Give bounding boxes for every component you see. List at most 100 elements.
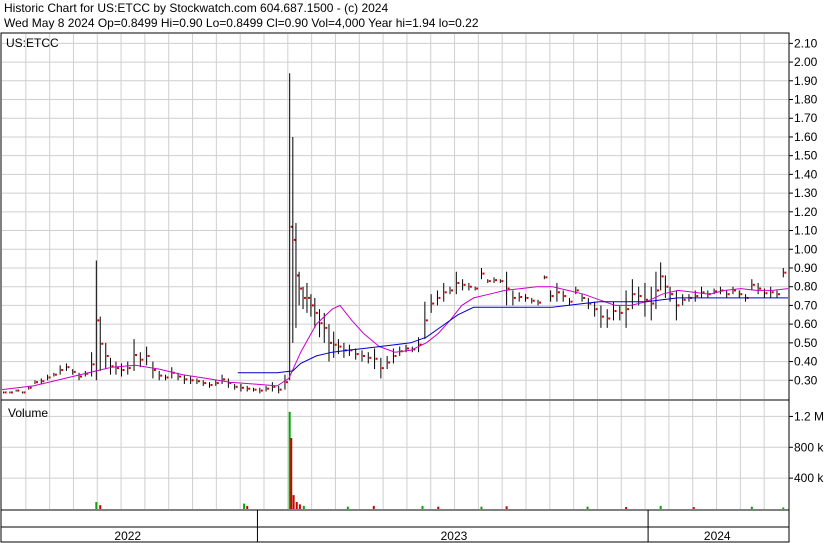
volume-bar — [243, 503, 246, 509]
price-tick-label: 1.20 — [794, 205, 818, 219]
price-close-dot — [771, 291, 774, 294]
price-tick-label: 1.70 — [794, 111, 818, 125]
price-close-dot — [73, 370, 76, 373]
price-close-dot — [315, 311, 318, 314]
volume-bar — [692, 507, 695, 509]
price-close-dot — [727, 293, 730, 296]
price-close-dot — [122, 368, 125, 371]
price-close-dot — [320, 322, 323, 325]
year-label: 2022 — [114, 529, 141, 543]
price-close-dot — [661, 275, 664, 278]
price-tick-label: 0.90 — [794, 261, 818, 275]
price-close-dot — [759, 287, 762, 290]
price-close-dot — [101, 342, 104, 345]
price-close-dot — [495, 279, 498, 282]
price-close-dot — [223, 378, 226, 381]
price-close-dot — [656, 289, 659, 292]
price-close-dot — [614, 310, 617, 313]
price-close-dot — [210, 383, 213, 386]
volume-bar — [437, 506, 440, 509]
price-close-dot — [488, 280, 491, 283]
price-tick-label: 0.40 — [794, 355, 818, 369]
price-close-dot — [438, 296, 441, 299]
price-close-dot — [765, 292, 768, 295]
price-tick-label: 1.60 — [794, 130, 818, 144]
price-close-dot — [451, 289, 454, 292]
price-close-dot — [185, 378, 188, 381]
price-close-dot — [696, 295, 699, 298]
price-close-dot — [539, 301, 542, 304]
price-close-dot — [564, 295, 567, 298]
volume-bar — [302, 505, 305, 509]
price-close-dot — [135, 354, 138, 357]
price-close-dot — [42, 380, 45, 383]
price-close-dot — [61, 368, 64, 371]
price-close-dot — [532, 299, 535, 302]
price-close-dot — [394, 354, 397, 357]
price-close-dot — [97, 319, 100, 322]
price-close-dot — [501, 280, 504, 283]
volume-tick-label: 400 k — [794, 471, 824, 485]
price-close-dot — [197, 380, 200, 383]
price-close-dot — [677, 304, 680, 307]
volume-grid — [2, 401, 788, 509]
price-tick-label: 0.80 — [794, 280, 818, 294]
price-close-dot — [92, 363, 95, 366]
volume-bar — [95, 502, 98, 509]
price-close-dot — [469, 285, 472, 288]
price-close-dot — [307, 296, 310, 299]
price-close-dot — [551, 295, 554, 298]
price-close-dot — [633, 293, 636, 296]
volume-bar — [782, 507, 785, 509]
price-close-dot — [17, 389, 20, 392]
price-close-dot — [601, 315, 604, 318]
volume-axis-ticks: 400 k 800 k 1.2 M — [789, 409, 824, 485]
price-close-dot — [116, 367, 119, 370]
price-close-dot — [645, 298, 648, 301]
price-close-dot — [191, 379, 194, 382]
price-close-dot — [620, 311, 623, 314]
volume-bar — [505, 506, 508, 509]
price-close-dot — [388, 361, 391, 364]
price-close-dot — [482, 272, 485, 275]
price-close-dot — [666, 285, 669, 288]
price-tick-label: 1.80 — [794, 93, 818, 107]
price-close-dot — [300, 287, 303, 290]
price-close-dot — [166, 376, 169, 379]
price-close-dot — [179, 375, 182, 378]
price-close-dot — [23, 391, 26, 394]
volume-bar — [246, 505, 249, 509]
price-close-dot — [777, 293, 780, 296]
price-close-dot — [106, 354, 109, 357]
ma-short-line — [1, 286, 789, 391]
price-tick-label: 2.10 — [794, 36, 818, 50]
price-close-dot — [147, 354, 150, 357]
volume-bar — [372, 505, 375, 509]
volume-bars — [95, 411, 785, 509]
year-label: 2023 — [441, 529, 468, 543]
volume-bar — [421, 505, 424, 509]
price-close-dot — [254, 388, 257, 391]
price-panel-label: US:ETCC — [6, 36, 59, 50]
price-close-dot — [29, 386, 32, 389]
price-tick-label: 2.00 — [794, 55, 818, 69]
price-close-dot — [260, 389, 263, 392]
price-close-dot — [362, 354, 365, 357]
price-close-dot — [507, 287, 510, 290]
volume-panel-label: Volume — [8, 406, 48, 420]
price-tick-label: 0.70 — [794, 298, 818, 312]
price-close-dot — [583, 296, 586, 299]
price-close-dot — [48, 376, 51, 379]
volume-bar — [290, 438, 293, 509]
price-close-dot — [369, 356, 372, 359]
price-tick-label: 1.40 — [794, 167, 818, 181]
price-tick-label: 1.00 — [794, 242, 818, 256]
price-close-dot — [608, 317, 611, 320]
year-label: 2024 — [704, 529, 731, 543]
volume-bar — [480, 506, 483, 509]
price-close-dot — [10, 391, 13, 394]
price-close-dot — [248, 387, 251, 390]
price-tick-label: 1.30 — [794, 186, 818, 200]
price-close-dot — [267, 387, 270, 390]
price-close-dot — [80, 375, 83, 378]
